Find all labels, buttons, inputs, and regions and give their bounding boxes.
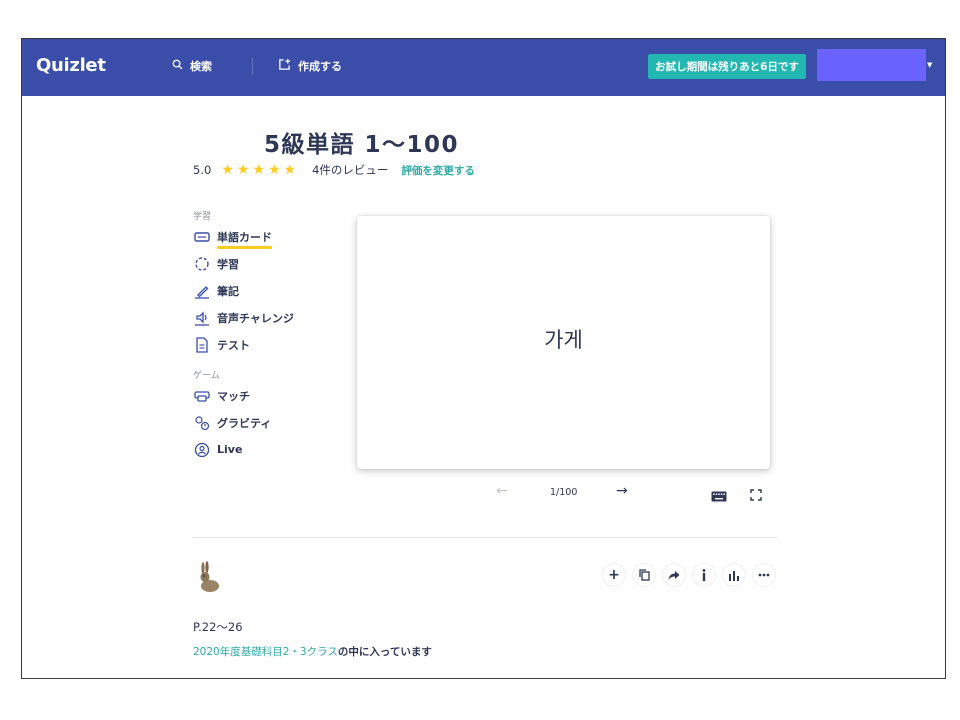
learn-icon: [193, 256, 211, 272]
search-label: 検索: [190, 60, 212, 73]
copy-icon[interactable]: [632, 563, 656, 587]
user-menu-button[interactable]: [817, 49, 926, 81]
flashcard-term: 가게: [544, 327, 583, 352]
class-membership: 2020年度基礎科目2・3クラスの中に入っています: [193, 644, 432, 659]
sidebar-item-label: 学習: [217, 257, 239, 271]
sidebar-item-label: テスト: [217, 338, 250, 352]
sidebar-item-match[interactable]: マッチ: [193, 382, 343, 409]
star-icon[interactable]: ★: [252, 163, 265, 177]
more-icon[interactable]: [752, 563, 776, 587]
top-nav-bar: Quizlet 検索 作成する お試し期間は残りあと6日です ▼: [22, 39, 945, 96]
create-nav-button[interactable]: 作成する: [278, 58, 342, 74]
sidebar-item-write[interactable]: 筆記: [193, 277, 343, 304]
star-icon[interactable]: ★: [221, 163, 234, 177]
flashcard-controls: ← 1/100 →: [492, 483, 772, 503]
sidebar-item-flashcards[interactable]: 単語カード: [193, 223, 343, 250]
flashcards-icon: [193, 229, 211, 245]
sidebar-item-label: Live: [217, 443, 243, 456]
sidebar-item-live[interactable]: Live: [193, 436, 343, 463]
chevron-down-icon[interactable]: ▼: [927, 61, 932, 69]
creator-avatar[interactable]: [193, 561, 225, 593]
sidebar-item-test[interactable]: テスト: [193, 331, 343, 358]
flashcard[interactable]: 가게: [357, 216, 770, 469]
stats-icon[interactable]: [722, 563, 746, 587]
arrow-right-icon[interactable]: →: [616, 483, 628, 499]
set-title: 5級単語 1〜100: [264, 132, 460, 158]
change-rating-link[interactable]: 評価を変更する: [401, 163, 475, 178]
sidebar-item-label: マッチ: [217, 389, 250, 403]
rating-stars[interactable]: ★ ★ ★ ★ ★: [221, 163, 296, 177]
live-icon: [193, 442, 211, 458]
sidebar-item-spell[interactable]: 音声チャレンジ: [193, 304, 343, 331]
rating-value: 5.0: [193, 163, 212, 177]
card-counter: 1/100: [550, 487, 578, 498]
star-icon[interactable]: ★: [284, 163, 297, 177]
create-icon: [278, 58, 291, 74]
search-nav-button[interactable]: 検索: [172, 58, 212, 74]
sidebar-item-label: グラビティ: [217, 416, 272, 430]
star-icon[interactable]: ★: [237, 163, 250, 177]
add-icon[interactable]: +: [602, 563, 626, 587]
sidebar-item-label: 音声チャレンジ: [217, 311, 294, 325]
trial-remaining-button[interactable]: お試し期間は残りあと6日です: [648, 54, 806, 79]
write-icon: [193, 283, 211, 299]
share-icon[interactable]: [662, 563, 686, 587]
sidebar-item-label: 筆記: [217, 284, 239, 298]
study-modes-sidebar: 学習 単語カード 学習 筆記 音声チャレンジ テスト ゲーム マッチ グラビティ…: [193, 209, 343, 463]
sidebar-item-learn[interactable]: 学習: [193, 250, 343, 277]
review-count: 4件のレビュー: [312, 163, 389, 177]
section-divider: [193, 537, 778, 538]
search-icon: [172, 59, 183, 73]
create-label: 作成する: [298, 60, 342, 73]
fullscreen-icon[interactable]: [750, 486, 762, 505]
study-heading: 学習: [193, 212, 212, 222]
info-icon[interactable]: [692, 563, 716, 587]
sidebar-item-label: 単語カード: [217, 230, 272, 249]
app-window: Quizlet 検索 作成する お試し期間は残りあと6日です ▼ 5級単語 1〜…: [21, 38, 946, 679]
nav-divider: [252, 58, 253, 75]
keyboard-icon[interactable]: [711, 487, 727, 506]
set-description: P.22〜26: [193, 620, 243, 634]
arrow-left-icon[interactable]: ←: [496, 483, 508, 499]
class-link[interactable]: 2020年度基礎科目2・3クラス: [193, 646, 338, 658]
spell-icon: [193, 310, 211, 326]
set-actions: +: [602, 563, 776, 587]
gravity-icon: [193, 415, 211, 431]
test-icon: [193, 336, 211, 353]
quizlet-logo[interactable]: Quizlet: [36, 55, 106, 76]
sidebar-item-gravity[interactable]: グラビティ: [193, 409, 343, 436]
class-suffix: の中に入っています: [337, 646, 432, 658]
star-icon[interactable]: ★: [268, 163, 281, 177]
games-heading: ゲーム: [193, 371, 220, 381]
rating-row: 5.0 ★ ★ ★ ★ ★ 4件のレビュー 評価を変更する: [193, 162, 475, 178]
match-icon: [193, 388, 211, 404]
